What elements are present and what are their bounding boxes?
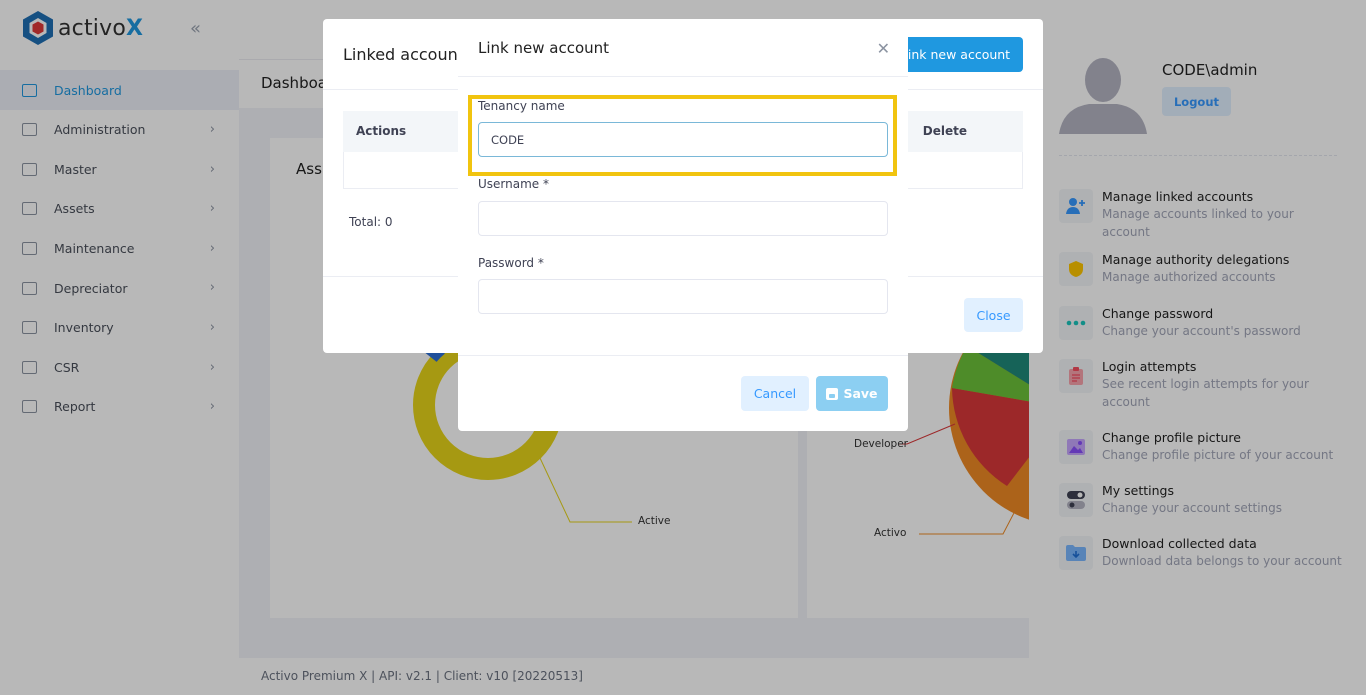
total-count: Total: 0: [349, 215, 393, 229]
column-header-delete[interactable]: Delete: [923, 124, 967, 138]
divider: [458, 76, 908, 77]
cancel-button[interactable]: Cancel: [741, 376, 809, 411]
close-button[interactable]: Close: [964, 298, 1023, 332]
tenancy-name-value: CODE: [491, 132, 525, 147]
password-label: Password *: [478, 256, 544, 270]
column-header-actions[interactable]: Actions: [356, 124, 406, 138]
save-label: Save: [843, 386, 878, 401]
link-new-account-button[interactable]: Link new account: [888, 37, 1023, 72]
modal-title: Linked account: [343, 45, 465, 64]
username-input[interactable]: [478, 201, 888, 236]
save-icon: [826, 387, 839, 400]
password-input[interactable]: [478, 279, 888, 314]
modal-title: Link new account: [478, 39, 610, 57]
close-icon[interactable]: ✕: [877, 39, 890, 58]
save-button[interactable]: Save: [816, 376, 888, 411]
tenancy-name-input[interactable]: CODE: [478, 122, 888, 157]
username-label: Username *: [478, 177, 549, 191]
link-new-account-modal: Link new account ✕ Tenancy name CODE Use…: [458, 19, 908, 431]
tenancy-name-label: Tenancy name: [478, 99, 565, 113]
divider: [458, 355, 908, 356]
